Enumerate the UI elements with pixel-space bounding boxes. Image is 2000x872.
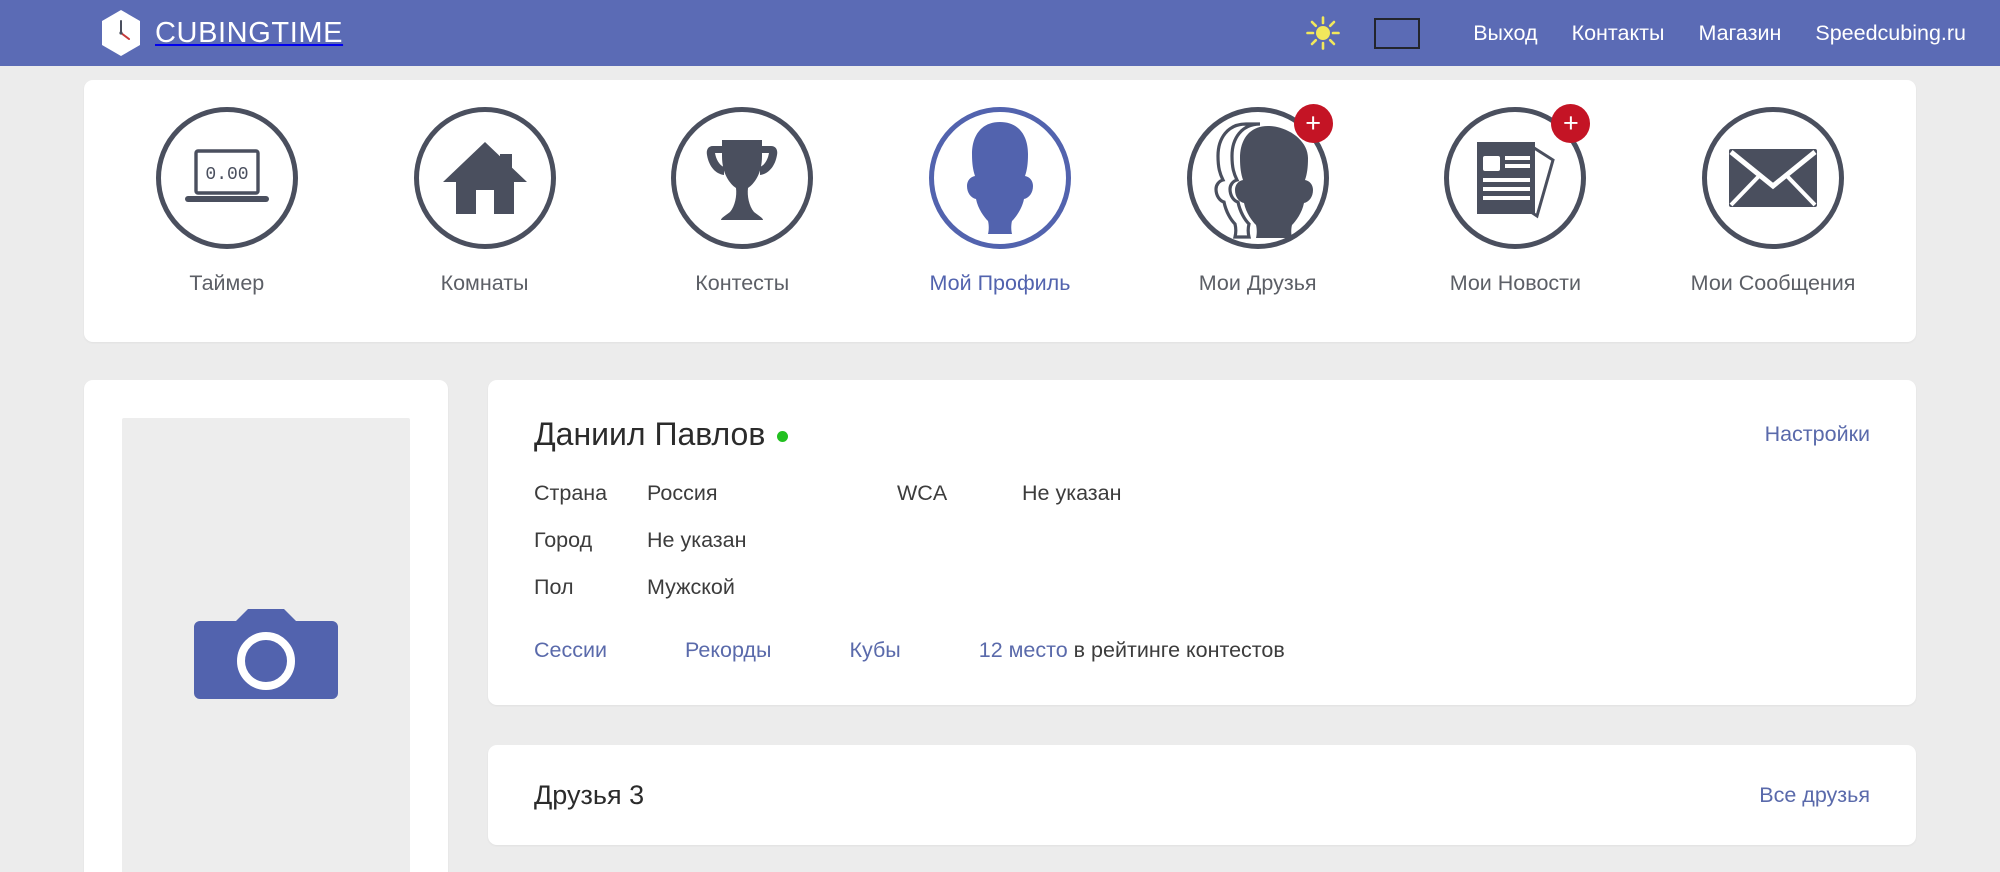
nav-icon-wrap-timer: 0.00 [155,107,298,249]
online-status-dot-icon [777,431,789,442]
sun-icon[interactable] [1306,16,1374,50]
nav-item-rooms[interactable]: Комнаты [386,80,584,296]
profile-fields-grid: Страна Россия WCA Не указан Город Не ука… [534,481,1870,600]
svg-text:0.00: 0.00 [205,165,248,185]
nav-item-my-profile[interactable]: Мой Профиль [901,80,1099,296]
field-label-gender: Пол [534,575,574,599]
nav-item-label-my-friends: Мои Друзья [1198,271,1317,295]
nav-item-contests[interactable]: Контесты [643,80,841,296]
nav-badge-my-news: + [1551,104,1591,143]
nav-item-label-contests: Контесты [695,271,790,295]
field-label-wca: WCA [897,481,948,505]
nav-icon-wrap-my-profile [928,107,1071,249]
field-label-country: Страна [534,481,608,505]
brand-logo-link[interactable]: CUBINGTIME [100,9,343,57]
russia-flag-icon[interactable] [1374,17,1421,49]
profile-links-row: Сессии Рекорды Кубы 12 место в рейтинге … [534,638,1870,663]
house-icon [413,107,556,249]
avatar-upload-area[interactable] [122,418,410,872]
nav-item-label-rooms: Комнаты [440,271,529,295]
main-nav-card: 0.00 Таймер Комнаты Контесты Мой Профиль… [84,80,1916,342]
camera-icon [194,595,338,705]
contest-rank-suffix: в рейтинге контестов [1067,638,1285,662]
all-friends-link[interactable]: Все друзья [1759,783,1870,808]
right-column: Даниил Павлов Настройки Страна Россия WC… [488,380,1916,845]
page-title: Даниил Павлов [534,416,766,452]
link-sessions[interactable]: Сессии [534,638,607,663]
nav-icon-wrap-my-friends: + [1186,104,1333,249]
field-spacer-3 [897,575,1022,600]
profile-name-row: Даниил Павлов [534,416,789,453]
nav-icon-wrap-contests [671,107,814,249]
nav-item-my-messages[interactable]: Мои Сообщения [1674,80,1872,296]
nav-icon-wrap-my-news: + [1444,104,1591,249]
nav-item-label-timer: Таймер [189,271,265,295]
person-icon [928,107,1071,249]
nav-item-timer[interactable]: 0.00 Таймер [128,80,326,296]
field-value-gender: Мужской [647,575,735,599]
top-nav: Выход Контакты Магазин Speedcubing.ru [1306,16,1966,50]
field-spacer-2 [1022,528,1870,553]
envelope-icon [1702,107,1845,249]
contest-rank-line: 12 место в рейтинге контестов [979,638,1285,663]
nav-item-my-news[interactable]: + Мои Новости [1416,80,1614,296]
brand-title: CUBINGTIME [155,16,344,49]
avatar-card [84,380,448,872]
nav-link-logout[interactable]: Выход [1456,21,1554,46]
nav-item-my-friends[interactable]: + Мои Друзья [1159,80,1357,296]
field-label-city: Город [534,528,593,552]
profile-info-card: Даниил Павлов Настройки Страна Россия WC… [488,380,1916,705]
clock-hexagon-logo-icon [100,9,142,57]
nav-icon-wrap-rooms [413,107,556,249]
nav-item-label-my-profile: Мой Профиль [929,271,1071,295]
link-contest-rank[interactable]: 12 место [979,638,1068,662]
nav-icon-wrap-my-messages [1702,107,1845,249]
friends-title: Друзья 3 [534,779,645,810]
nav-badge-my-friends: + [1293,104,1333,143]
nav-link-shop[interactable]: Магазин [1681,21,1798,46]
left-column [84,380,448,872]
nav-item-label-my-news: Мои Новости [1449,271,1582,295]
nav-link-speedcubing[interactable]: Speedcubing.ru [1798,21,1966,46]
field-value-country: Россия [647,481,718,505]
friends-card: Друзья 3 Все друзья [488,745,1916,845]
content-area: Даниил Павлов Настройки Страна Россия WC… [84,380,1916,872]
nav-link-contacts[interactable]: Контакты [1555,21,1682,46]
laptop-timer-icon: 0.00 [155,107,298,249]
nav-item-label-my-messages: Мои Сообщения [1690,271,1856,295]
field-spacer-1 [897,528,1022,553]
profile-header: Даниил Павлов Настройки [534,416,1870,453]
settings-link[interactable]: Настройки [1765,416,1870,447]
top-header-bar: CUBINGTIME Выход Контакты Магазин Speedc… [0,0,2000,66]
field-value-city: Не указан [647,528,747,552]
field-value-wca: Не указан [1022,481,1122,505]
field-spacer-4 [1022,575,1870,600]
link-records[interactable]: Рекорды [685,638,771,663]
trophy-icon [671,107,814,249]
link-cubes[interactable]: Кубы [849,638,900,663]
